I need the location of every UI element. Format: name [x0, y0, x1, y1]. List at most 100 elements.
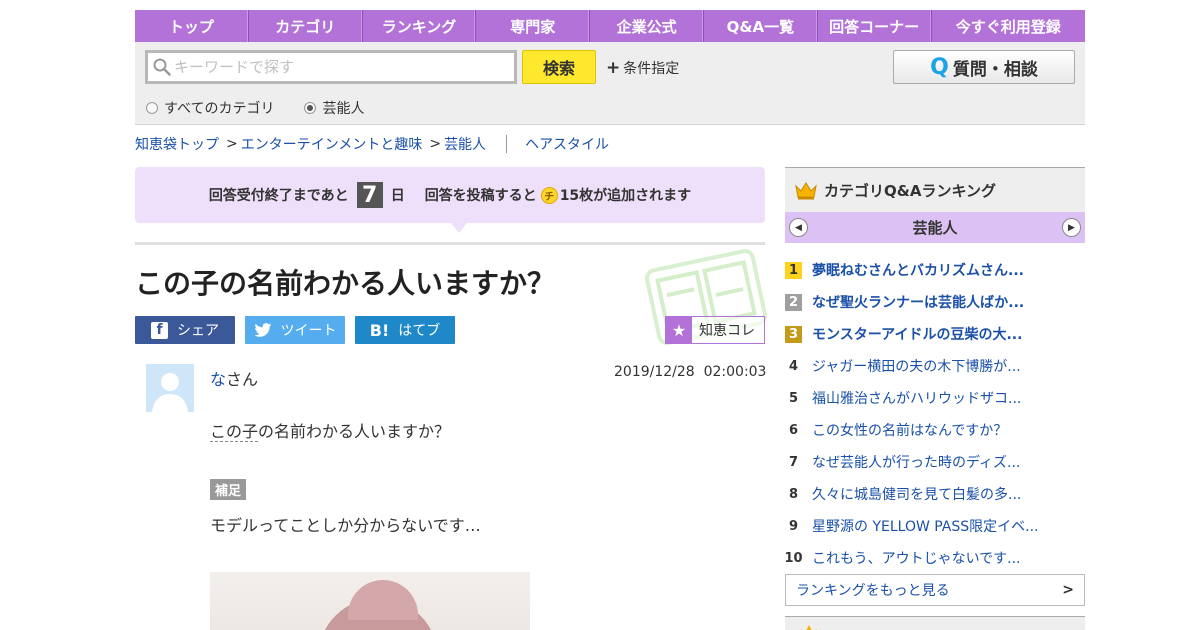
nav-official[interactable]: 企業公式 — [590, 10, 704, 42]
breadcrumb-hairstyle[interactable]: ヘアスタイル — [525, 134, 609, 154]
radio-current-category[interactable]: 芸能人 — [304, 98, 364, 118]
search-button[interactable]: 検索 — [522, 50, 596, 84]
more-ranking-label: ランキングをもっと見る — [796, 583, 950, 599]
ask-question-button[interactable]: Q 質問・相談 — [893, 50, 1075, 84]
ranking-item[interactable]: 2 なぜ聖火ランナーは芸能人ばか... — [785, 286, 1085, 318]
radio-current-label: 芸能人 — [322, 101, 365, 117]
keyword-link[interactable]: この子 — [210, 422, 259, 442]
rank-number: 7 — [788, 454, 799, 470]
breadcrumb-celebrity[interactable]: 芸能人 — [444, 134, 486, 154]
rank-link[interactable]: 夢眠ねむさんとバカリズムさん... — [812, 260, 1024, 280]
rank-number: 2 — [785, 293, 802, 311]
nav-top[interactable]: トップ — [135, 10, 249, 42]
condition-link[interactable]: + 条件指定 — [606, 58, 679, 78]
notice-prefix: 回答受付終了まであと — [208, 188, 349, 204]
next-section-header — [785, 616, 1085, 630]
answer-deadline-notice: 回答受付終了まであと 7 日 回答を投稿すると チ 15枚が追加されます — [135, 167, 765, 233]
more-ranking-button[interactable]: ランキングをもっと見る > — [785, 574, 1085, 606]
facebook-icon: f — [151, 321, 168, 339]
condition-label: 条件指定 — [623, 61, 680, 77]
star-icon: ★ — [666, 317, 692, 343]
breadcrumb-top[interactable]: 知恵袋トップ — [135, 134, 219, 154]
supplement-text: モデルってことしか分からないです… — [210, 516, 481, 535]
ranking-item[interactable]: 6 この女性の名前はなんですか？ — [785, 414, 1085, 446]
radio-selected-icon — [304, 102, 317, 114]
notice-middle: 回答を投稿すると — [424, 188, 537, 204]
ranking-item[interactable]: 7 なぜ芸能人が行った時のディズ... — [785, 446, 1085, 478]
ranking-list: 1 夢眠ねむさんとバカリズムさん... 2 なぜ聖火ランナーは芸能人ばか... 3モ… — [784, 254, 1085, 574]
rank-number: 8 — [788, 486, 799, 502]
breadcrumb-divider — [506, 135, 508, 153]
global-nav: トップ カテゴリ ランキング 専門家 企業公式 Q&A一覧 回答コーナー 今すぐ… — [135, 10, 1085, 42]
nav-answer-corner[interactable]: 回答コーナー — [818, 10, 932, 42]
rank-link[interactable]: この女性の名前はなんですか？ — [812, 420, 1007, 440]
twitter-share-button[interactable]: ツイート — [245, 316, 345, 344]
breadcrumb-entertainment[interactable]: エンターテインメントと趣味 — [241, 134, 423, 154]
nav-ranking[interactable]: ランキング — [363, 10, 477, 42]
rank-number: 1 — [785, 261, 802, 279]
breadcrumb-separator: > — [226, 136, 238, 152]
nav-experts[interactable]: 専門家 — [476, 10, 591, 42]
facebook-share-button[interactable]: f シェア — [135, 316, 235, 344]
notice-suffix: 15枚が追加されます — [559, 188, 692, 204]
rank-link[interactable]: 星野源の YELLOW PASS限定イベ... — [812, 516, 1039, 536]
prev-category-button[interactable]: ◀ — [789, 218, 808, 237]
rank-number: 3 — [785, 325, 802, 343]
radio-all-categories[interactable]: すべてのカテゴリ — [146, 98, 274, 118]
ranking-item[interactable]: 4 ジャガー横田の夫の木下博勝が... — [785, 350, 1085, 382]
hatena-bookmark-button[interactable]: B! はてブ — [355, 316, 455, 344]
attached-photo[interactable] — [210, 572, 530, 630]
rank-link[interactable]: なぜ聖火ランナーは芸能人ばか... — [812, 292, 1024, 312]
ranking-item[interactable]: 1 夢眠ねむさんとバカリズムさん... — [785, 254, 1085, 286]
q-icon: Q — [930, 54, 949, 80]
questioner-suffix: さん — [226, 370, 259, 389]
search-area: 検索 + 条件指定 Q 質問・相談 すべてのカテゴリ 芸能人 — [135, 42, 1085, 125]
rank-link[interactable]: なぜ芸能人が行った時のディズ... — [812, 452, 1020, 472]
crown-icon — [795, 182, 817, 200]
rank-link[interactable]: モンスターアイドルの豆柴の大... — [812, 324, 1022, 344]
twitter-share-label: ツイート — [280, 323, 337, 339]
next-category-button[interactable]: ▶ — [1062, 218, 1081, 237]
rank-link[interactable]: ジャガー横田の夫の木下博勝が... — [812, 356, 1021, 376]
search-box[interactable] — [145, 50, 517, 84]
post-date: 2019/12/28 02:00:03 — [614, 364, 767, 380]
rank-link[interactable]: 久々に城島健司を見て白髪の多... — [812, 484, 1021, 504]
rank-number: 5 — [788, 390, 799, 406]
ranking-item[interactable]: 10 これもう、アウトじゃないです... — [784, 542, 1085, 574]
hatena-label: はてブ — [398, 323, 441, 339]
avatar[interactable] — [146, 364, 194, 412]
chie-collection-button[interactable]: ★ 知恵コレ — [665, 316, 765, 344]
ranking-item[interactable]: 3 モンスターアイドルの豆柴の大... — [785, 318, 1085, 350]
ranking-category-bar: ◀ 芸能人 ▶ — [785, 212, 1085, 243]
nav-category[interactable]: カテゴリ — [249, 10, 363, 42]
hatena-icon: B! — [369, 320, 390, 340]
ranking-item[interactable]: 5 福山雅治さんがハリウッドザコ... — [785, 382, 1085, 414]
rank-number: 10 — [784, 550, 803, 566]
question-title: この子の名前わかる人いますか？ — [135, 267, 556, 300]
search-input[interactable] — [174, 58, 494, 76]
breadcrumb: 知恵袋トップ > エンターテインメントと趣味 > 芸能人 ヘアスタイル — [135, 134, 609, 154]
rank-number: 4 — [788, 358, 799, 374]
radio-all-label: すべてのカテゴリ — [164, 101, 275, 117]
questioner-link[interactable]: な — [210, 370, 226, 389]
ranking-item[interactable]: 8 久々に城島健司を見て白髪の多... — [785, 478, 1085, 510]
rank-number: 6 — [788, 422, 799, 438]
plus-icon: + — [606, 58, 621, 78]
radio-icon — [146, 102, 158, 114]
chevron-right-icon: > — [1062, 582, 1074, 598]
nav-qa-list[interactable]: Q&A一覧 — [704, 10, 818, 42]
ranking-item[interactable]: 9 星野源の YELLOW PASS限定イベ... — [785, 510, 1085, 542]
twitter-icon — [253, 322, 271, 337]
question-body-rest: の名前わかる人いますか？ — [258, 422, 451, 441]
rank-number: 9 — [788, 518, 799, 534]
ranking-title: カテゴリQ&Aランキング — [824, 181, 996, 200]
rank-link[interactable]: 福山雅治さんがハリウッドザコ... — [812, 388, 1021, 408]
nav-register[interactable]: 今すぐ利用登録 — [932, 10, 1085, 42]
questioner-name: なさん — [210, 366, 258, 390]
default-user-icon — [146, 364, 194, 412]
ranking-category: 芸能人 — [912, 219, 958, 237]
facebook-share-label: シェア — [177, 323, 219, 339]
collect-label: 知恵コレ — [699, 323, 755, 339]
section-divider — [135, 242, 765, 245]
rank-link[interactable]: これもう、アウトじゃないです... — [812, 548, 1021, 568]
